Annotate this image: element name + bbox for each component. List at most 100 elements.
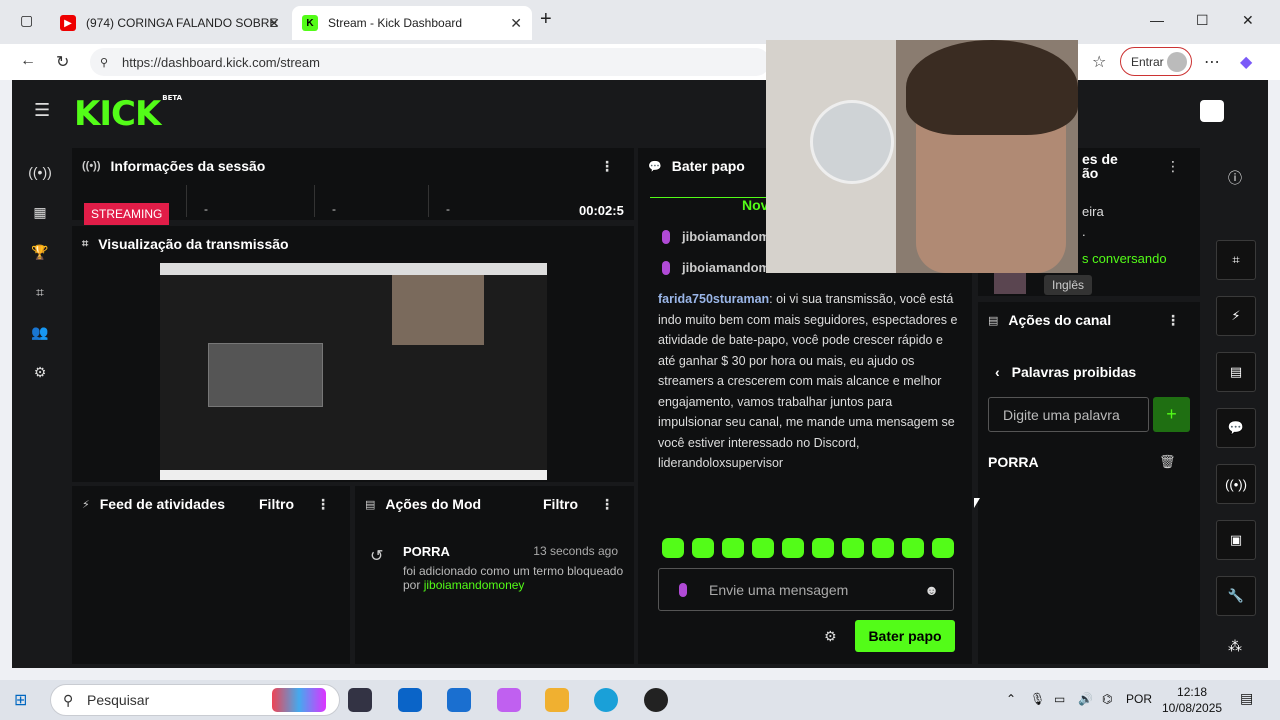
rail-wrench-button[interactable]: 🔧 [1216, 576, 1256, 616]
emote-icon[interactable] [902, 538, 924, 558]
beta-badge: BETA [162, 94, 183, 102]
close-icon[interactable]: ✕ [510, 15, 522, 32]
start-icon[interactable]: ⊞ [14, 690, 27, 710]
close-icon[interactable]: ✕ [268, 15, 280, 32]
mod-menu-icon[interactable]: ⋮ [600, 496, 614, 513]
rail-broadcast-button[interactable]: ((•)) [1216, 464, 1256, 504]
signin-button[interactable]: Entrar [1120, 47, 1192, 76]
emote-icon[interactable] [782, 538, 804, 558]
details-line: eira [1082, 204, 1104, 219]
add-word-button[interactable]: + [1153, 397, 1190, 432]
file-explorer-icon[interactable] [545, 688, 569, 712]
back-chevron-icon[interactable]: ‹ [995, 364, 1000, 380]
share-icon[interactable]: ⁂ [1228, 638, 1242, 655]
minimize-icon[interactable]: — [1150, 12, 1164, 28]
banned-word-input[interactable]: Digite uma palavra [988, 397, 1149, 432]
banned-words-title: Palavras proibidas [1011, 364, 1137, 380]
chat-settings-icon[interactable]: ⚙ [824, 628, 837, 645]
task-view-icon[interactable] [348, 688, 372, 712]
user-avatar[interactable] [1200, 100, 1224, 122]
maximize-icon[interactable]: ☐ [1196, 12, 1209, 29]
tab-actions-icon[interactable]: ▢ [20, 12, 33, 29]
nav-analytics-icon[interactable]: ▦ [24, 192, 56, 232]
copilot-icon[interactable]: ◆ [1240, 52, 1252, 72]
rail-document-button[interactable]: ▤ [1216, 352, 1256, 392]
details-menu-icon[interactable]: ⋮ [1166, 158, 1180, 175]
clock[interactable]: 12:18 10/08/2025 [1162, 684, 1222, 716]
streaming-badge: STREAMING [84, 203, 170, 225]
network-icon[interactable]: ⌬ [1102, 692, 1112, 706]
chat-input[interactable]: Envie uma mensagem ☻ [658, 568, 954, 611]
mod-filter-button[interactable]: Filtro [543, 496, 578, 512]
emote-icon[interactable] [662, 538, 684, 558]
emote-icon[interactable] [812, 538, 834, 558]
copilot-app-icon[interactable] [497, 688, 521, 712]
tab-kick-dashboard[interactable]: K Stream - Kick Dashboard ✕ [292, 6, 532, 40]
stream-preview-video[interactable] [160, 263, 547, 480]
chat-line: jiboiamandom [662, 229, 770, 244]
back-icon[interactable]: ← [20, 52, 36, 70]
session-menu-icon[interactable]: ⋮ [600, 158, 614, 175]
store-icon[interactable] [447, 688, 471, 712]
emote-icon[interactable] [692, 538, 714, 558]
chat-username[interactable]: farida750sturaman [658, 292, 769, 306]
hamburger-icon[interactable]: ☰ [34, 100, 50, 121]
site-info-icon[interactable]: ⚲ [100, 56, 108, 69]
chat-message-text: : oi vi sua transmissão, você está indo … [658, 292, 958, 470]
feed-filter-button[interactable]: Filtro [259, 496, 294, 512]
favorite-icon[interactable]: ☆ [1092, 52, 1106, 72]
trash-icon[interactable]: 🗑 [1159, 454, 1176, 470]
mod-header: ▤ Ações do Mod Filtro ⋮ [355, 486, 634, 522]
nav-trophy-icon[interactable]: 🏆 [24, 232, 56, 272]
chat-username[interactable]: jiboiamandom [682, 260, 770, 275]
stat-value: - [204, 202, 208, 216]
rail-chat-button[interactable]: 💬 [1216, 408, 1256, 448]
preview-nested [208, 343, 323, 407]
notification-icon[interactable]: ▤ [1240, 690, 1253, 707]
rail-bolt-button[interactable]: ⚡ [1216, 296, 1256, 336]
emoji-icon[interactable]: ☻ [924, 582, 939, 598]
emote-icon[interactable] [722, 538, 744, 558]
logo-text: KICK [74, 94, 161, 134]
details-line: . [1082, 224, 1086, 239]
menu-dots-icon[interactable]: ⋯ [1204, 52, 1220, 72]
edge-icon[interactable] [594, 688, 618, 712]
mic-tray-icon[interactable]: 🎙 [1030, 692, 1045, 706]
mod-entry-user[interactable]: jiboiamandomoney [424, 578, 525, 592]
channel-actions-title: Ações do canal [1008, 312, 1112, 328]
info-icon[interactable]: ⓘ [1228, 168, 1242, 188]
rail-capture-button[interactable]: ⌗ [1216, 240, 1256, 280]
details-title-cont: ão [1082, 165, 1099, 181]
channel-actions-menu-icon[interactable]: ⋮ [1166, 312, 1180, 329]
nav-capture-icon[interactable]: ⌗ [24, 272, 56, 312]
refresh-icon[interactable]: ↻ [56, 52, 69, 72]
emote-icon[interactable] [872, 538, 894, 558]
preview-title: Visualização da transmissão [98, 236, 289, 252]
url-input[interactable]: ⚲ https://dashboard.kick.com/stream [90, 48, 770, 76]
language-indicator[interactable]: POR [1126, 692, 1152, 706]
nav-settings-icon[interactable]: ⚙ [24, 352, 56, 392]
emote-icon[interactable] [842, 538, 864, 558]
nav-community-icon[interactable]: 👥 [24, 312, 56, 352]
obs-icon[interactable] [644, 688, 668, 712]
outlook-icon[interactable] [398, 688, 422, 712]
chat-username[interactable]: jiboiamandom [682, 229, 770, 244]
close-window-icon[interactable]: ✕ [1242, 12, 1254, 29]
emote-icon[interactable] [932, 538, 954, 558]
left-nav: ((•)) ▦ 🏆 ⌗ 👥 ⚙ [24, 152, 56, 392]
feed-menu-icon[interactable]: ⋮ [316, 496, 330, 513]
nav-stream-icon[interactable]: ((•)) [24, 152, 56, 192]
rail-layout-button[interactable]: ▣ [1216, 520, 1256, 560]
new-tab-icon[interactable]: + [540, 8, 552, 31]
emote-icon[interactable] [752, 538, 774, 558]
mouse-cursor [974, 498, 980, 508]
chat-line: jiboiamandom [662, 260, 770, 275]
battery-icon[interactable]: ▭ [1054, 692, 1065, 706]
send-chat-button[interactable]: Bater papo [855, 620, 955, 652]
mic-icon [662, 229, 670, 244]
tab-youtube[interactable]: ▶ (974) CORINGA FALANDO SOBRE ✕ [50, 6, 290, 40]
kick-logo[interactable]: KICK BETA [74, 94, 182, 134]
volume-icon[interactable]: 🔊 [1078, 692, 1093, 706]
tray-chevron-icon[interactable]: ⌃ [1006, 692, 1016, 706]
banned-words-header: ‹ Palavras proibidas [995, 364, 1136, 380]
